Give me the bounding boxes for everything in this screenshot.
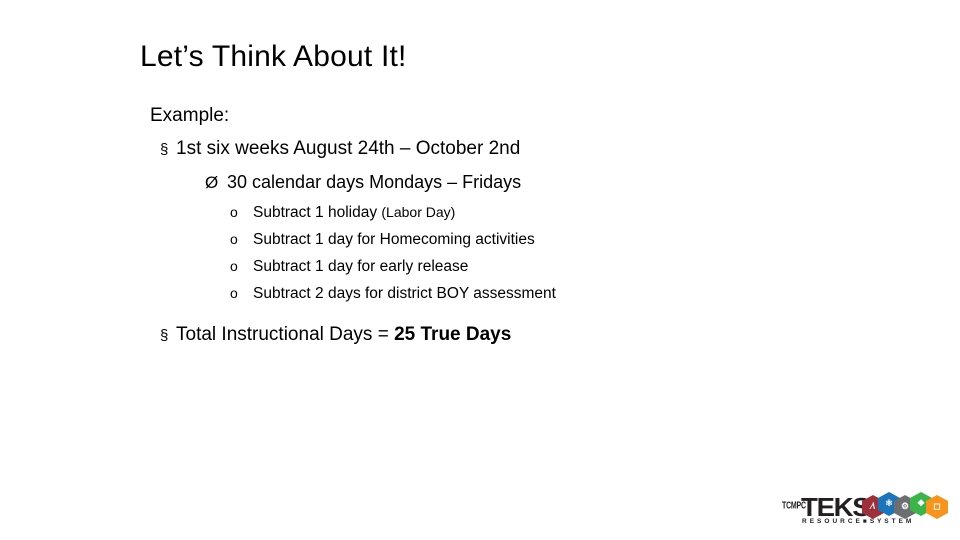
circle-bullet-icon: o: [230, 258, 238, 274]
total-text: Total Instructional Days = 25 True Days: [176, 321, 511, 349]
subtract-4-main: Subtract 2 days for district BOY assessm…: [253, 285, 556, 302]
list-item-total: § Total Instructional Days = 25 True Day…: [150, 321, 870, 350]
circle-bullet-icon: o: [230, 285, 238, 301]
subtract-2-main: Subtract 1 day for Homecoming activities: [253, 231, 535, 248]
subtract-2-text: Subtract 1 day for Homecoming activities: [253, 226, 535, 253]
slide: Let’s Think About It! Example: § 1st six…: [0, 0, 960, 540]
example-label: Example:: [150, 105, 230, 126]
teks-resource-system-logo: TCMPC TEKS R E S O U R C E ■ S Y S T E M…: [782, 492, 948, 530]
hexagon-glyph-5: ◻: [933, 501, 941, 511]
subtract-1-main: Subtract 1 holiday: [253, 204, 382, 221]
subtract-3-main: Subtract 1 day for early release: [253, 258, 469, 275]
page-title: Let’s Think About It!: [140, 40, 407, 73]
total-value: 25 True Days: [394, 324, 512, 345]
circle-bullet-icon: o: [230, 204, 238, 220]
subtract-1-text: Subtract 1 holiday (Labor Day): [253, 199, 455, 226]
list-item-subtract-3: o Subtract 1 day for early release: [150, 253, 870, 280]
logo-hexagon-row: ∕\ ⚛ ⚙ ❖ ◻: [862, 492, 948, 522]
calendar-days-text: 30 calendar days Mondays – Fridays: [227, 172, 522, 192]
subtract-3-text: Subtract 1 day for early release: [253, 253, 468, 280]
subtract-1-note: (Labor Day): [381, 204, 456, 220]
six-weeks-text: 1st six weeks August 24th – October 2nd: [176, 138, 521, 159]
subtract-4-text: Subtract 2 days for district BOY assessm…: [253, 280, 556, 307]
arrow-bullet-icon: Ø: [205, 173, 219, 192]
list-item-subtract-4: o Subtract 2 days for district BOY asses…: [150, 280, 870, 307]
list-item-calendar-days: Ø 30 calendar days Mondays – Fridays: [150, 168, 870, 197]
list-item-six-weeks: § 1st six weeks August 24th – October 2n…: [150, 135, 870, 164]
list-item-subtract-2: o Subtract 1 day for Homecoming activiti…: [150, 226, 870, 253]
square-bullet-icon: §: [160, 327, 169, 344]
slide-body: Example: § 1st six weeks August 24th – O…: [150, 102, 870, 354]
list-item-subtract-1: o Subtract 1 holiday (Labor Day): [150, 199, 870, 226]
total-label: Total Instructional Days =: [176, 324, 395, 345]
circle-bullet-icon: o: [230, 231, 238, 247]
square-bullet-icon: §: [160, 141, 169, 158]
